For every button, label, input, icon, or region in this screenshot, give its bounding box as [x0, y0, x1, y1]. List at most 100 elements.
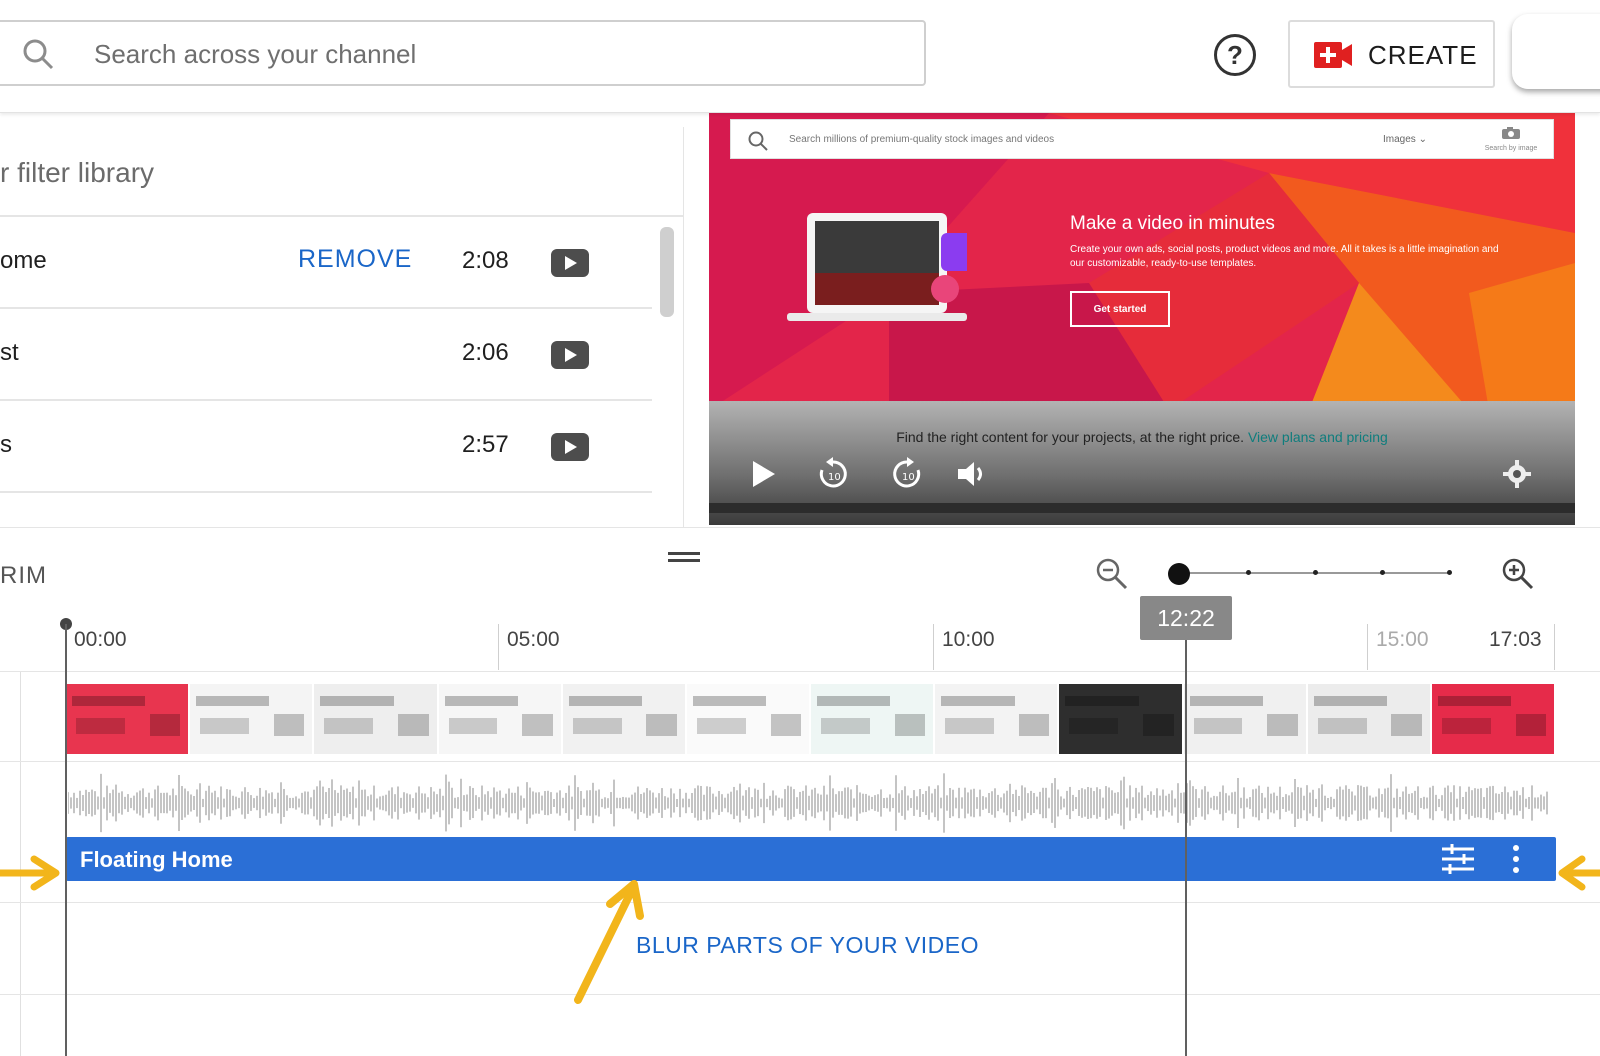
thumbnail-content — [1018, 714, 1050, 736]
thumbnail-content — [72, 696, 146, 706]
search-input[interactable] — [94, 34, 894, 74]
studio-editor: ? CREATE r filter library ome REMOVE 2:0… — [0, 0, 1600, 1056]
thumbnail-content — [149, 714, 181, 736]
rewind-10-label: 10 — [828, 472, 841, 483]
panel-resize-handle[interactable] — [668, 552, 700, 564]
channel-search-box[interactable] — [0, 20, 926, 86]
search-icon — [23, 39, 54, 70]
library-search-field[interactable]: r filter library — [0, 157, 154, 189]
preview-stock-search: Search millions of premium-quality stock… — [730, 119, 1554, 159]
video-preview[interactable]: Search millions of premium-quality stock… — [709, 113, 1575, 525]
play-preview-icon[interactable] — [551, 433, 589, 461]
camera-icon: Search by image — [1481, 126, 1541, 156]
top-bar: ? CREATE — [0, 0, 1600, 113]
video-frame-thumbnail — [562, 684, 687, 754]
thumbnail-content — [1437, 696, 1512, 706]
library-track-row[interactable]: s 2:57 — [0, 401, 652, 493]
thumbnail-content — [324, 718, 374, 734]
ruler-label: 15:00 — [1376, 628, 1429, 651]
audio-clip[interactable]: Floating Home — [66, 837, 1556, 881]
thumbnail-content — [572, 718, 622, 734]
ruler-label: 10:00 — [942, 628, 995, 651]
arrow-annotation-icon — [574, 880, 644, 1004]
track-duration: 2:08 — [462, 247, 509, 274]
zoom-step-dot — [1313, 570, 1318, 575]
video-frame-thumbnail — [686, 684, 812, 754]
thumbnail-content — [397, 714, 429, 736]
help-icon[interactable]: ? — [1214, 34, 1256, 76]
audio-settings-icon[interactable] — [1440, 843, 1476, 875]
thumbnail-content — [692, 696, 767, 706]
camera-caption: Search by image — [1484, 145, 1538, 152]
player-progress-strip[interactable] — [709, 503, 1575, 513]
thumbnail-content — [76, 718, 125, 734]
thumbnail-content — [448, 718, 498, 734]
thumbnail-content — [1391, 714, 1422, 736]
ruler-tick — [1367, 624, 1368, 670]
ruler-tick — [1554, 624, 1555, 670]
thumbnail-content — [1143, 714, 1174, 736]
zoom-in-icon[interactable] — [1500, 556, 1536, 592]
ruler-tick — [498, 624, 499, 670]
promo-get-started: Get started — [1070, 291, 1170, 327]
forward-10-icon[interactable]: 10 — [887, 456, 927, 492]
library-scrollbar[interactable] — [660, 227, 674, 317]
ruler-tick — [933, 624, 934, 670]
video-frame-thumbnail — [438, 684, 563, 754]
video-frame-thumbnail — [66, 684, 191, 754]
zoom-slider[interactable] — [1168, 558, 1458, 588]
pricing-text: Find the right content for your projects… — [896, 429, 1245, 445]
video-add-icon — [1314, 42, 1352, 68]
time-ruler[interactable]: 00:00 05:00 10:00 15:00 17:03 12:22 — [0, 596, 1600, 672]
zoom-out-icon[interactable] — [1094, 556, 1130, 592]
playhead-time[interactable]: 12:22 — [1140, 596, 1232, 640]
thumbnail-content — [894, 714, 926, 736]
zoom-step-dot — [1246, 570, 1251, 575]
library-track-row[interactable]: ome REMOVE 2:08 — [0, 217, 652, 309]
thumbnail-content — [200, 718, 250, 734]
track-duration: 2:06 — [462, 339, 509, 366]
pricing-line: Find the right content for your projects… — [709, 429, 1575, 445]
preview-footer: Find the right content for your projects… — [709, 401, 1575, 525]
thumbnail-content — [817, 696, 891, 706]
rewind-10-icon[interactable]: 10 — [813, 456, 853, 492]
track-title: ome — [0, 247, 47, 274]
thumbnail-content — [1193, 718, 1243, 734]
preview-search-placeholder: Search millions of premium-quality stock… — [789, 134, 1055, 145]
remove-track-button[interactable]: REMOVE — [298, 245, 412, 274]
thumbnail-content — [770, 714, 802, 736]
row-divider — [0, 761, 1600, 762]
ruler-label: 00:00 — [74, 628, 127, 651]
trim-tab-label[interactable]: RIM — [0, 562, 47, 590]
start-line — [65, 624, 67, 1056]
thumbnail-content — [696, 718, 746, 734]
blur-parts-button[interactable]: BLUR PARTS OF YOUR VIDEO — [636, 932, 979, 959]
row-divider — [0, 902, 1600, 903]
audio-clip-title: Floating Home — [80, 847, 233, 872]
library-track-row[interactable]: st 2:06 — [0, 309, 652, 401]
playhead-line[interactable] — [1185, 640, 1187, 1056]
video-track-thumbnails[interactable] — [66, 684, 1556, 754]
thumbnail-content — [821, 718, 870, 734]
thumbnail-content — [941, 696, 1015, 706]
thumbnail-content — [646, 714, 677, 736]
video-frame-thumbnail — [314, 684, 439, 754]
thumbnail-content — [1189, 696, 1263, 706]
thumbnail-content — [1515, 714, 1547, 736]
play-preview-icon[interactable] — [551, 341, 589, 369]
play-icon[interactable] — [745, 456, 781, 492]
play-preview-icon[interactable] — [551, 249, 589, 277]
video-frame-thumbnail — [935, 684, 1060, 754]
settings-gear-icon[interactable] — [1497, 456, 1537, 492]
promo-body: Create your own ads, social posts, produ… — [1070, 244, 1499, 269]
search-icon — [748, 131, 768, 151]
arrow-annotation-icon — [0, 855, 60, 891]
player-controls: 10 10 — [709, 456, 1575, 496]
video-frame-thumbnail — [1059, 684, 1184, 754]
volume-icon[interactable] — [953, 456, 993, 492]
create-button[interactable]: CREATE — [1288, 20, 1495, 88]
account-menu-button[interactable] — [1512, 14, 1600, 89]
zoom-slider-thumb[interactable] — [1168, 563, 1190, 585]
thumbnail-content — [196, 696, 270, 706]
more-vert-icon[interactable] — [1506, 843, 1526, 875]
